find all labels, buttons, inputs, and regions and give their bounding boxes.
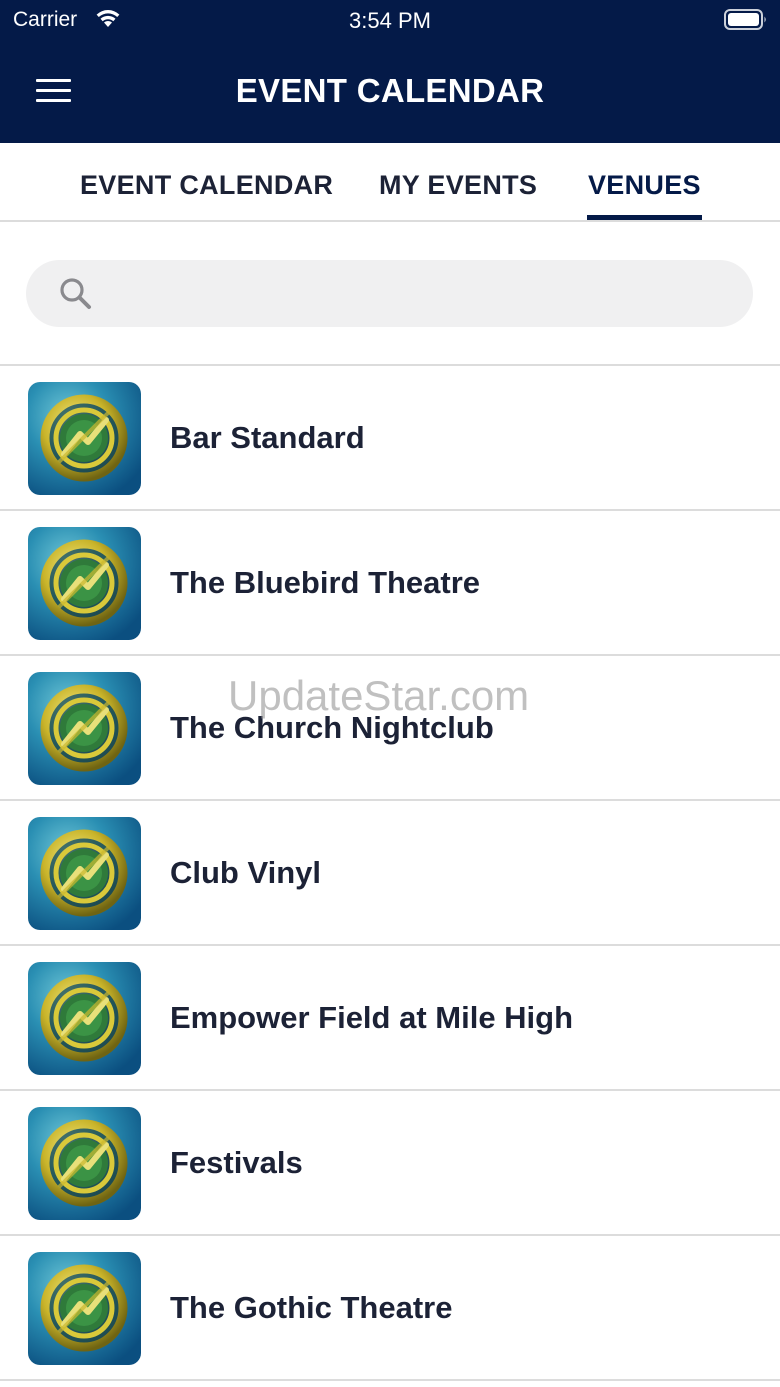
venue-logo-icon xyxy=(28,962,141,1075)
venue-name: Club Vinyl xyxy=(170,855,322,890)
list-item[interactable]: The Bluebird Theatre xyxy=(0,511,780,656)
clock: 3:54 PM xyxy=(349,8,431,33)
venue-logo-icon xyxy=(28,817,141,930)
page-title: EVENT CALENDAR xyxy=(235,72,545,109)
list-item[interactable]: Festivals xyxy=(0,1091,780,1236)
status-bar: Carrier 3:54 PM xyxy=(0,0,780,40)
venue-name: Festivals xyxy=(170,1145,303,1180)
venue-logo-icon xyxy=(28,527,141,640)
active-tab-indicator xyxy=(587,215,702,220)
list-item[interactable]: The Church Nightclub xyxy=(0,656,780,801)
tab-bar: EVENT CALENDAR MY EVENTS VENUES xyxy=(0,143,780,222)
venue-list: Bar Standard The Bluebird Theatre The Ch… xyxy=(0,364,780,1381)
search-input[interactable] xyxy=(106,260,726,327)
list-item[interactable]: Bar Standard xyxy=(0,366,780,511)
list-item[interactable]: The Gothic Theatre xyxy=(0,1236,780,1381)
list-item[interactable]: Empower Field at Mile High xyxy=(0,946,780,1091)
venue-logo-icon xyxy=(28,382,141,495)
venue-logo-icon xyxy=(28,672,141,785)
venue-name: The Gothic Theatre xyxy=(170,1290,453,1325)
venue-logo-icon xyxy=(28,1252,141,1365)
navigation-bar: Carrier 3:54 PM EVENT CALENDAR xyxy=(0,0,780,143)
tab-venues[interactable]: VENUES xyxy=(588,170,701,201)
tab-event-calendar[interactable]: EVENT CALENDAR xyxy=(80,170,333,201)
list-item[interactable]: Club Vinyl xyxy=(0,801,780,946)
venue-name: The Bluebird Theatre xyxy=(170,565,481,600)
tab-my-events[interactable]: MY EVENTS xyxy=(379,170,537,201)
search-icon xyxy=(58,276,94,317)
venue-logo-icon xyxy=(28,1107,141,1220)
venue-name: Empower Field at Mile High xyxy=(170,1000,574,1035)
venue-name: The Church Nightclub xyxy=(170,710,494,745)
search-bar[interactable] xyxy=(26,260,753,327)
venue-name: Bar Standard xyxy=(170,420,365,455)
battery-icon xyxy=(724,9,768,37)
